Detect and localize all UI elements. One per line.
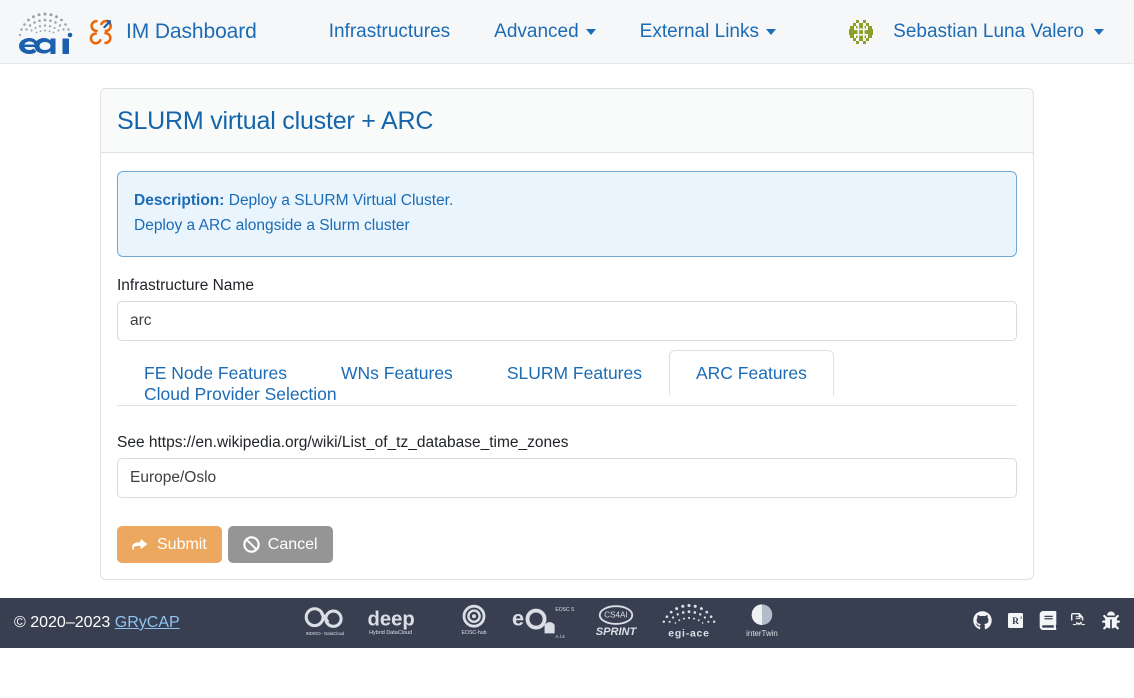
svg-text:R: R [1012, 617, 1019, 627]
footer-copyright-text: © 2020–2023 [14, 614, 115, 631]
user-menu-label: Sebastian Luna Valero [893, 20, 1084, 42]
sprint-logo-sub: CS4AI [604, 610, 627, 619]
description-text: Deploy a SLURM Virtual Cluster. [224, 192, 454, 209]
intertwin-logo[interactable]: interTwin [738, 602, 786, 645]
page-title: SLURM virtual cluster + ARC [117, 107, 434, 135]
egi-logo-icon [14, 10, 76, 54]
deep-hybrid-datacloud-logo[interactable]: deep Hybrid DataCloud [366, 604, 436, 643]
nav-item-external-links[interactable]: External Links [618, 13, 798, 51]
nav-item-advanced[interactable]: Advanced [472, 13, 618, 51]
user-menu[interactable]: Sebastian Luna Valero [879, 13, 1116, 51]
eosc-hub-logo-text: EOSC-hub [461, 630, 486, 636]
cancel-button[interactable]: Cancel [227, 525, 333, 563]
cancel-button-label: Cancel [267, 535, 318, 553]
book-icon[interactable] [1039, 611, 1057, 635]
eosc-hub-logo[interactable]: EOSC-hub [454, 603, 494, 644]
egi-ace-logo-text: egi-ace [668, 628, 709, 639]
template-card: SLURM virtual cluster + ARC Description:… [100, 88, 1034, 580]
readthedocs-icon[interactable]: R s [1006, 611, 1025, 635]
navbar-links: Infrastructures Advanced External Links [307, 13, 798, 51]
page-footer: © 2020–2023 GRyCAP INDIGO - DataCloud de… [0, 598, 1134, 648]
file-signature-icon[interactable] [1071, 611, 1088, 635]
navbar-brand[interactable]: IM Dashboard [14, 10, 257, 54]
brand-title: IM Dashboard [126, 19, 257, 43]
svg-text:e: e [512, 605, 524, 630]
description-alert: Description: Deploy a SLURM Virtual Clus… [117, 171, 1017, 257]
footer-logos: INDIGO - DataCloud deep Hybrid DataCloud… [302, 601, 786, 646]
sprint-logo[interactable]: CS4AI SPRINT [592, 603, 640, 644]
deep-logo-text: deep [367, 608, 414, 630]
top-navbar: IM Dashboard Infrastructures Advanced Ex… [0, 0, 1134, 64]
sprint-logo-text: SPRINT [595, 626, 637, 638]
chevron-down-icon [1094, 28, 1104, 35]
description-line-1: Description: Deploy a SLURM Virtual Clus… [134, 189, 1000, 214]
intertwin-logo-text: interTwin [746, 629, 778, 638]
timezone-label: See https://en.wikipedia.org/wiki/List_o… [117, 433, 569, 451]
im-logo-icon [86, 17, 116, 47]
avatar [845, 15, 878, 48]
grycap-link[interactable]: GRyCAP [115, 614, 180, 631]
nav-item-infrastructures-label: Infrastructures [328, 20, 451, 42]
nav-item-advanced-label: Advanced [494, 20, 579, 42]
egi-ace-logo[interactable]: egi-ace [658, 602, 720, 645]
chevron-down-icon [766, 28, 776, 35]
ban-icon [243, 535, 260, 553]
share-arrow-icon [132, 537, 149, 552]
github-icon[interactable] [973, 611, 992, 635]
eosc-synergy-logo[interactable]: e EOSC SYNERGY A.l.4 [512, 601, 596, 646]
chevron-down-icon [585, 28, 596, 35]
tab-cloud-provider-selection-link[interactable]: Cloud Provider Selection [117, 371, 364, 417]
footer-icon-links: R s [973, 611, 1120, 635]
infrastructure-name-label: Infrastructure Name [117, 276, 254, 294]
description-line-2: Deploy a ARC alongside a Slurm cluster [134, 216, 410, 234]
infrastructure-name-input[interactable] [117, 300, 1017, 341]
card-body: Description: Deploy a SLURM Virtual Clus… [101, 153, 1033, 579]
eosc-synergy-logo-sub: A.l.4 [555, 634, 565, 639]
timezone-input[interactable] [117, 457, 1017, 498]
page-content: SLURM virtual cluster + ARC Description:… [0, 64, 1134, 648]
tab-arc-features: ARC Features [669, 349, 834, 396]
description-label: Description: [134, 192, 225, 209]
nav-item-external-links-label: External Links [639, 20, 759, 42]
indigo-datacloud-logo-text: INDIGO - DataCloud [305, 631, 344, 636]
feature-tabs: FE Node Features WNs Features SLURM Feat… [117, 349, 1017, 406]
card-header: SLURM virtual cluster + ARC [101, 89, 1033, 153]
nav-item-infrastructures[interactable]: Infrastructures [307, 13, 472, 51]
submit-button[interactable]: Submit [117, 525, 222, 563]
tab-slurm-features: SLURM Features [480, 363, 669, 384]
arc-features-panel: See https://en.wikipedia.org/wiki/List_o… [117, 406, 1017, 563]
submit-button-label: Submit [157, 535, 207, 553]
navbar-user-area: Sebastian Luna Valero [845, 13, 1124, 51]
indigo-datacloud-logo[interactable]: INDIGO - DataCloud [302, 604, 348, 643]
form-actions: Submit Cancel [117, 525, 1017, 563]
footer-copyright: © 2020–2023 GRyCAP [14, 614, 180, 632]
eosc-synergy-logo-text: EOSC SYNERGY [555, 606, 574, 612]
svg-text:s: s [1020, 615, 1022, 621]
deep-logo-sub: Hybrid DataCloud [369, 629, 412, 635]
tab-cloud-provider-selection: Cloud Provider Selection [117, 384, 1017, 405]
bug-icon[interactable] [1102, 611, 1120, 635]
